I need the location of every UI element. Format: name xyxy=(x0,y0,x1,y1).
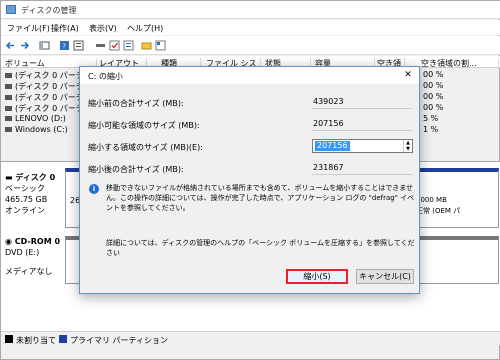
help-message: 詳細については、ディスクの管理のヘルプの「ベーシック ボリュームを圧縮する」を参… xyxy=(106,239,415,257)
disk-0-name: ▬ ディスク 0 xyxy=(5,173,56,182)
cancel-button[interactable]: キャンセル(C) xyxy=(356,269,414,284)
unallocated-swatch xyxy=(5,335,13,343)
legend: 未割り当て プライマリ パーティション xyxy=(1,331,500,345)
volume-icon xyxy=(5,95,12,100)
oem-partition-status: 正常 (OEM パ xyxy=(416,207,461,215)
cdrom-0-name: ◉ CD-ROM 0 xyxy=(5,237,61,246)
cdrom-0-label[interactable]: ◉ CD-ROM 0 DVD (E:) メディアなし xyxy=(5,236,60,277)
window-title: ディスクの管理 xyxy=(21,6,77,15)
menu-bar: ファイル(F) 操作(A) 表示(V) ヘルプ(H) xyxy=(1,20,500,35)
cdrom-0-status: メディアなし xyxy=(5,267,53,276)
disk-0-type: ベーシック xyxy=(5,184,45,193)
primary-swatch xyxy=(59,335,67,343)
volume-row[interactable]: LENOVO (D:) xyxy=(5,114,66,123)
total-size-label: 縮小前の合計サイズ (MB): xyxy=(88,99,184,108)
free-pct-cell: 00 % xyxy=(423,103,444,112)
list-icon[interactable] xyxy=(123,40,134,51)
available-size-label: 縮小可能な領域のサイズ (MB): xyxy=(88,121,200,130)
volume-icon xyxy=(5,84,12,89)
volume-icon xyxy=(5,127,12,132)
properties-icon[interactable] xyxy=(73,40,84,51)
shrink-amount-stepper[interactable]: 207156 ▲ ▼ xyxy=(312,139,413,153)
free-pct-cell: 1 % xyxy=(423,125,439,134)
dialog-title: C: の縮小 xyxy=(88,72,123,81)
disk-0-label[interactable]: ▬ ディスク 0 ベーシック 465.75 GB オンライン xyxy=(5,172,55,216)
shrink-dialog: C: の縮小 ✕ 縮小前の合計サイズ (MB): 439023 縮小可能な領域の… xyxy=(79,66,420,294)
help-icon[interactable]: ? xyxy=(59,40,70,51)
shrink-amount-label: 縮小する領域のサイズ (MB)(E): xyxy=(88,143,203,152)
legend-unallocated: 未割り当て xyxy=(16,336,56,345)
console-tree-icon[interactable] xyxy=(39,40,50,51)
menu-help[interactable]: ヘルプ(H) xyxy=(127,23,163,34)
view-icon[interactable] xyxy=(155,40,166,51)
disk-0-status: オンライン xyxy=(5,206,45,215)
toolbar: ? xyxy=(1,36,500,55)
after-size-label: 縮小後の合計サイズ (MB): xyxy=(88,165,184,174)
dialog-title-bar: C: の縮小 ✕ xyxy=(80,67,419,84)
free-pct-cell: 00 % xyxy=(423,92,444,101)
free-pct-cell: 5 % xyxy=(423,114,439,123)
legend-primary: プライマリ パーティション xyxy=(70,336,169,345)
total-size-value: 439023 xyxy=(312,97,412,109)
volume-row[interactable]: Windows (C:) xyxy=(5,125,68,134)
cdrom-0-type: DVD (E:) xyxy=(5,248,40,257)
svg-text:?: ? xyxy=(62,43,66,51)
connect-icon[interactable] xyxy=(95,40,106,51)
close-icon[interactable]: ✕ xyxy=(401,69,415,82)
partition-oem[interactable]: 1000 MB 正常 (OEM パ xyxy=(413,168,499,228)
check-icon[interactable] xyxy=(109,40,120,51)
volume-icon xyxy=(5,116,12,121)
spin-down-icon[interactable]: ▼ xyxy=(403,146,412,152)
col-free-pct[interactable]: 空き領域の割... xyxy=(421,58,499,69)
menu-action[interactable]: 操作(A) xyxy=(51,23,79,34)
menu-view[interactable]: 表示(V) xyxy=(89,23,117,34)
volume-icon xyxy=(5,106,12,111)
volume-icon xyxy=(5,73,12,78)
free-pct-cell: 00 % xyxy=(423,70,444,79)
shrink-button[interactable]: 縮小(S) xyxy=(286,269,348,284)
title-bar: ディスクの管理 xyxy=(1,1,500,19)
info-message: 移動できないファイルが格納されている場所までも含めて、ボリュームを縮小することは… xyxy=(106,184,415,212)
free-pct-cell: 00 % xyxy=(423,81,444,90)
oem-partition-size: 1000 MB xyxy=(416,196,447,204)
shrink-amount-value[interactable]: 207156 xyxy=(315,141,350,151)
forward-arrow-icon[interactable] xyxy=(19,40,30,51)
back-arrow-icon[interactable] xyxy=(5,40,16,51)
menu-file[interactable]: ファイル(F) xyxy=(7,23,50,34)
disk-0-size: 465.75 GB xyxy=(5,195,48,204)
after-size-value: 231867 xyxy=(312,163,412,175)
disk-management-icon xyxy=(6,5,16,14)
available-size-value: 207156 xyxy=(312,119,412,131)
folder-icon[interactable] xyxy=(141,40,152,51)
info-icon: i xyxy=(89,184,99,194)
